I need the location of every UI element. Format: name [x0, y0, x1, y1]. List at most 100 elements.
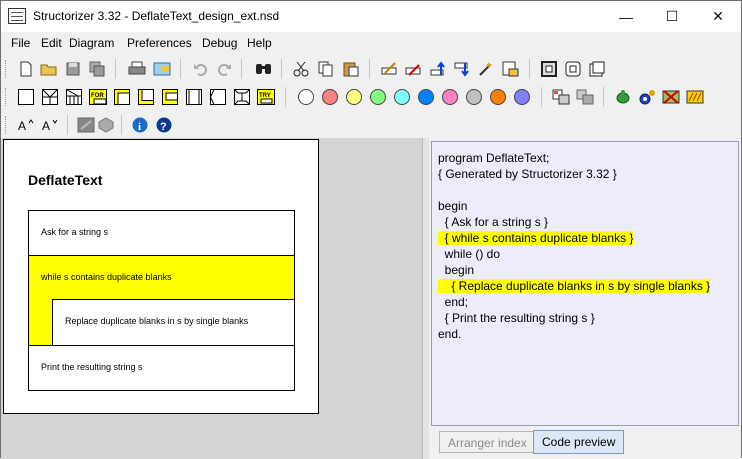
maximize-button[interactable]: ☐ — [649, 1, 695, 32]
color-white-button[interactable] — [296, 87, 316, 107]
undo-icon[interactable] — [191, 59, 211, 79]
move-down-icon[interactable] — [453, 59, 473, 79]
minimize-icon: — — [619, 8, 633, 25]
find-icon[interactable] — [254, 59, 274, 79]
collapse-icon[interactable] — [501, 59, 521, 79]
code-line-highlighted: { Replace duplicate blanks in s by singl… — [438, 279, 711, 293]
pane-splitter[interactable] — [422, 138, 429, 459]
svg-text:FOR: FOR — [91, 93, 104, 99]
nsd-instruction-replace[interactable]: Replace duplicate blanks in s by single … — [52, 299, 294, 345]
color-gray-button[interactable] — [464, 87, 484, 107]
forever-icon[interactable] — [160, 87, 180, 107]
open-folder-icon[interactable] — [39, 59, 59, 79]
redo-icon[interactable] — [214, 59, 234, 79]
breakpoint-icon[interactable] — [661, 87, 681, 107]
menu-file[interactable]: File — [11, 36, 30, 50]
info-icon[interactable]: i — [130, 115, 150, 135]
bottom-tabs: Arranger index Code preview — [429, 429, 741, 459]
run-icon[interactable] — [685, 87, 705, 107]
svg-text:?: ? — [160, 121, 167, 133]
code-preview[interactable]: program DeflateText; { Generated by Stru… — [431, 141, 739, 426]
nsd-instruction-print-label: Print the resulting string s — [41, 362, 143, 372]
delete-element-icon[interactable] — [404, 59, 424, 79]
close-icon: ✕ — [712, 8, 724, 24]
nsd-instruction-print[interactable]: Print the resulting string s — [29, 346, 294, 390]
while-icon[interactable] — [112, 87, 132, 107]
svg-text:A: A — [42, 119, 50, 133]
toolbar-file-edit — [1, 55, 741, 83]
structorizer-app-icon — [8, 8, 26, 24]
add-to-arranger-icon[interactable] — [551, 87, 571, 107]
edit-element-icon[interactable] — [380, 59, 400, 79]
arranger-icon[interactable] — [575, 87, 595, 107]
diagram-area: DeflateText Ask for a string s while s c… — [1, 138, 422, 459]
export-picture-icon[interactable] — [152, 59, 172, 79]
tab-code-preview[interactable]: Code preview — [533, 430, 625, 454]
color-orange-button[interactable] — [488, 87, 508, 107]
jump-icon[interactable] — [208, 87, 228, 107]
for-icon[interactable]: FOR — [88, 87, 108, 107]
call-icon[interactable] — [184, 87, 204, 107]
toolbar-elements-colors: FOR TRY — [1, 83, 741, 111]
code-line: { Ask for a string s } — [438, 215, 549, 229]
toggle-a-icon[interactable] — [76, 115, 96, 135]
code-line: { Generated by Structorizer 3.32 } — [438, 167, 617, 181]
print-icon[interactable] — [127, 59, 147, 79]
view-mode-1-icon[interactable] — [539, 59, 559, 79]
transmute-icon[interactable] — [477, 59, 497, 79]
nsd-instruction-replace-label: Replace duplicate blanks in s by single … — [65, 316, 249, 326]
diagram-canvas[interactable]: DeflateText Ask for a string s while s c… — [3, 139, 319, 414]
case-icon[interactable] — [64, 87, 84, 107]
maximize-icon: ☐ — [665, 8, 679, 24]
turtle-icon[interactable] — [613, 87, 633, 107]
save-icon[interactable] — [63, 59, 83, 79]
color-green-button[interactable] — [368, 87, 388, 107]
nsd-while-loop[interactable]: while s contains duplicate blanks Replac… — [29, 256, 294, 346]
try-icon[interactable]: TRY — [256, 87, 276, 107]
close-button[interactable]: ✕ — [695, 1, 741, 32]
code-line: end; — [438, 295, 469, 309]
toggle-b-icon[interactable] — [96, 115, 116, 135]
move-up-icon[interactable] — [429, 59, 449, 79]
tab-arranger-index[interactable]: Arranger index — [439, 431, 536, 453]
nsd-instruction-ask-label: Ask for a string s — [41, 227, 109, 237]
if-icon[interactable] — [40, 87, 60, 107]
menu-help[interactable]: Help — [247, 36, 272, 50]
code-line: { Print the resulting string s } — [438, 311, 595, 325]
parallel-icon[interactable] — [232, 87, 252, 107]
color-red-button[interactable] — [320, 87, 340, 107]
debug-settings-icon[interactable] — [637, 87, 657, 107]
help-icon[interactable]: ? — [154, 115, 174, 135]
svg-text:i: i — [138, 121, 141, 133]
color-cyan-button[interactable] — [392, 87, 412, 107]
font-down-icon[interactable]: A — [40, 115, 60, 135]
font-up-icon[interactable]: A — [16, 115, 36, 135]
nsd-diagram: Ask for a string s while s contains dupl… — [28, 210, 295, 391]
menu-edit[interactable]: Edit — [41, 36, 62, 50]
instruction-icon[interactable] — [16, 87, 36, 107]
right-pane: program DeflateText; { Generated by Stru… — [429, 138, 741, 459]
color-yellow-button[interactable] — [344, 87, 364, 107]
menu-preferences[interactable]: Preferences — [127, 36, 192, 50]
nsd-while-label: while s contains duplicate blanks — [41, 272, 172, 282]
repeat-icon[interactable] — [136, 87, 156, 107]
application-window: Structorizer 3.32 - DeflateText_design_e… — [0, 0, 742, 459]
view-mode-2-icon[interactable] — [563, 59, 583, 79]
cut-icon[interactable] — [291, 59, 311, 79]
code-line: begin — [438, 199, 468, 213]
view-mode-3-icon[interactable] — [587, 59, 607, 79]
nsd-instruction-ask[interactable]: Ask for a string s — [29, 211, 294, 256]
color-blue-button[interactable] — [416, 87, 436, 107]
color-violet-button[interactable] — [512, 87, 532, 107]
new-file-icon[interactable] — [16, 59, 36, 79]
paste-icon[interactable] — [341, 59, 361, 79]
code-line: end. — [438, 327, 462, 341]
copy-icon[interactable] — [316, 59, 336, 79]
minimize-button[interactable]: — — [603, 1, 649, 32]
menu-debug[interactable]: Debug — [202, 36, 237, 50]
menu-diagram[interactable]: Diagram — [69, 36, 114, 50]
diagram-title[interactable]: DeflateText — [28, 172, 102, 188]
save-all-icon[interactable] — [87, 59, 107, 79]
color-pink-button[interactable] — [440, 87, 460, 107]
